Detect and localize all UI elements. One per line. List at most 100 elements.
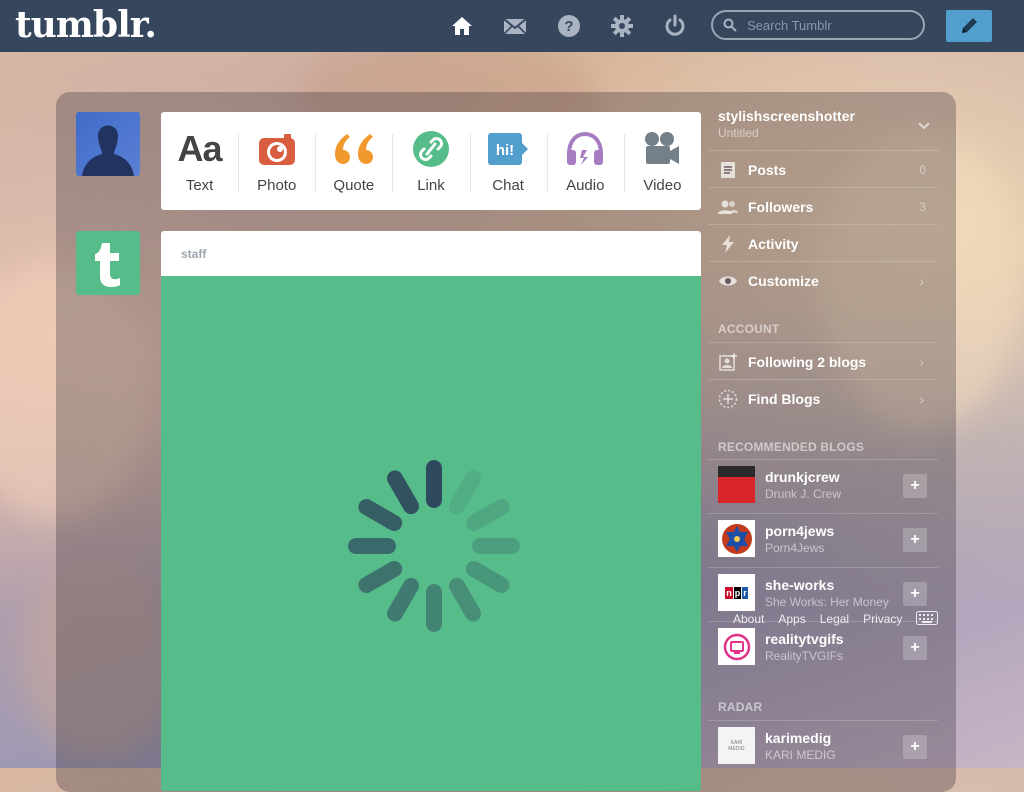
gear-icon[interactable] <box>610 14 634 38</box>
radar-section-title: RADAR <box>718 700 763 714</box>
sidebar-item-activity[interactable]: Activity <box>708 224 938 262</box>
blog-name: drunkjcrew <box>765 469 840 485</box>
footer-link-about[interactable]: About <box>733 612 764 626</box>
account-section-title: ACCOUNT <box>718 322 780 336</box>
followers-icon <box>718 200 738 214</box>
search-input[interactable] <box>745 16 919 34</box>
blog-title: KARI MEDIG <box>765 748 836 762</box>
recommended-section-title: RECOMMENDED BLOGS <box>718 440 865 454</box>
staff-avatar[interactable] <box>76 231 140 295</box>
blog-avatar <box>718 466 755 503</box>
followers-count: 3 <box>919 199 926 214</box>
post-type-audio[interactable]: Audio <box>546 112 624 210</box>
blog-name: she-works <box>765 577 835 593</box>
recommended-blog-item[interactable]: drunkjcrew Drunk J. Crew + <box>708 459 938 514</box>
svg-text:?: ? <box>564 18 573 35</box>
recommended-blog-item[interactable]: realitytvgifs RealityTVGIFs + <box>708 621 938 676</box>
keyboard-icon[interactable] <box>916 611 938 625</box>
blog-avatar <box>718 520 755 557</box>
lightning-icon <box>722 234 734 253</box>
mail-icon[interactable] <box>503 14 527 38</box>
search-box[interactable] <box>711 10 925 40</box>
sidebar-item-label: Find Blogs <box>748 390 821 407</box>
blog-avatar <box>718 628 755 665</box>
post-type-chat[interactable]: hi! Chat <box>469 112 547 210</box>
sidebar-item-find-blogs[interactable]: Find Blogs › <box>708 379 938 417</box>
chevron-down-icon <box>918 122 930 130</box>
post-type-link[interactable]: Link <box>392 112 469 210</box>
sidebar-item-label: Activity <box>748 235 799 252</box>
chevron-right-icon: › <box>919 390 924 407</box>
blog-name: porn4jews <box>765 523 835 539</box>
posts-icon <box>721 161 735 178</box>
post-type-label: Video <box>643 176 682 194</box>
post-type-bar: Aa Text Photo Quote Link hi! Chat Audio … <box>161 112 701 210</box>
sidebar-item-label: Following 2 blogs <box>748 353 867 370</box>
search-icon <box>723 18 737 32</box>
help-icon[interactable]: ? <box>557 14 581 38</box>
eye-icon <box>719 276 737 285</box>
sidebar-item-label: Posts <box>748 161 787 178</box>
post-type-quote[interactable]: Quote <box>315 112 392 210</box>
top-navigation-bar: tumblr. ? <box>0 0 1024 52</box>
text-icon: Aa <box>177 127 223 169</box>
follow-button[interactable]: + <box>903 528 927 552</box>
radar-blog-item[interactable]: KARI MEDIG karimedig KARI MEDIG + <box>708 720 938 775</box>
blog-switcher[interactable]: stylishscreenshotter Untitled <box>708 92 938 148</box>
chat-icon: hi! <box>488 132 529 165</box>
following-icon <box>719 352 737 371</box>
blog-name: realitytvgifs <box>765 631 844 647</box>
blog-title: Porn4Jews <box>765 541 825 555</box>
follow-button[interactable]: + <box>903 582 927 606</box>
footer-links: About Apps Legal Privacy <box>733 612 902 626</box>
post-type-label: Quote <box>333 176 375 194</box>
post-type-label: Audio <box>566 176 605 194</box>
post-type-label: Chat <box>492 176 524 194</box>
camera-icon <box>258 133 295 165</box>
compose-button[interactable] <box>946 10 992 42</box>
tumblr-logo[interactable]: tumblr. <box>15 4 157 46</box>
chevron-right-icon: › <box>919 353 924 370</box>
post-type-label: Link <box>417 176 445 194</box>
blog-name: karimedig <box>765 730 832 746</box>
post-type-photo[interactable]: Photo <box>238 112 315 210</box>
recommended-blog-item[interactable]: porn4jews Porn4Jews + <box>708 513 938 568</box>
loading-spinner-icon <box>348 460 520 632</box>
blog-title: Drunk J. Crew <box>765 487 842 501</box>
home-icon[interactable] <box>450 14 474 38</box>
silhouette-icon <box>82 125 134 176</box>
tumblr-t-icon <box>95 243 120 287</box>
sidebar-item-customize[interactable]: Customize › <box>708 261 938 299</box>
user-avatar[interactable] <box>76 112 140 176</box>
sidebar-item-posts[interactable]: Posts 0 <box>708 150 938 188</box>
headphones-icon <box>567 131 604 165</box>
post-type-text[interactable]: Aa Text <box>161 112 238 210</box>
footer-link-legal[interactable]: Legal <box>820 612 849 626</box>
post-type-video[interactable]: Video <box>623 112 701 210</box>
quote-icon <box>334 133 373 164</box>
chevron-right-icon: › <box>919 272 924 289</box>
compose-icon <box>962 18 977 33</box>
follow-button[interactable]: + <box>903 474 927 498</box>
post-author[interactable]: staff <box>161 231 701 276</box>
power-icon[interactable] <box>663 14 687 38</box>
blog-name: stylishscreenshotter <box>718 108 855 124</box>
footer-link-privacy[interactable]: Privacy <box>863 612 902 626</box>
footer-link-apps[interactable]: Apps <box>778 612 805 626</box>
sidebar-item-following[interactable]: Following 2 blogs › <box>708 342 938 380</box>
blog-title: She Works: Her Money <box>765 595 889 609</box>
post-type-label: Photo <box>257 176 297 194</box>
blog-title: RealityTVGIFs <box>765 649 844 663</box>
post-card: staff <box>161 231 701 791</box>
sidebar-item-label: Followers <box>748 198 814 215</box>
compass-icon <box>718 389 738 408</box>
link-icon <box>412 130 449 167</box>
posts-count: 0 <box>919 162 926 177</box>
follow-button[interactable]: + <box>903 735 927 759</box>
blog-title: Untitled <box>718 126 759 140</box>
blog-avatar: KARI MEDIG <box>718 727 755 764</box>
video-camera-icon <box>645 131 680 164</box>
sidebar-item-followers[interactable]: Followers 3 <box>708 187 938 225</box>
post-type-label: Text <box>185 176 214 194</box>
follow-button[interactable]: + <box>903 636 927 660</box>
